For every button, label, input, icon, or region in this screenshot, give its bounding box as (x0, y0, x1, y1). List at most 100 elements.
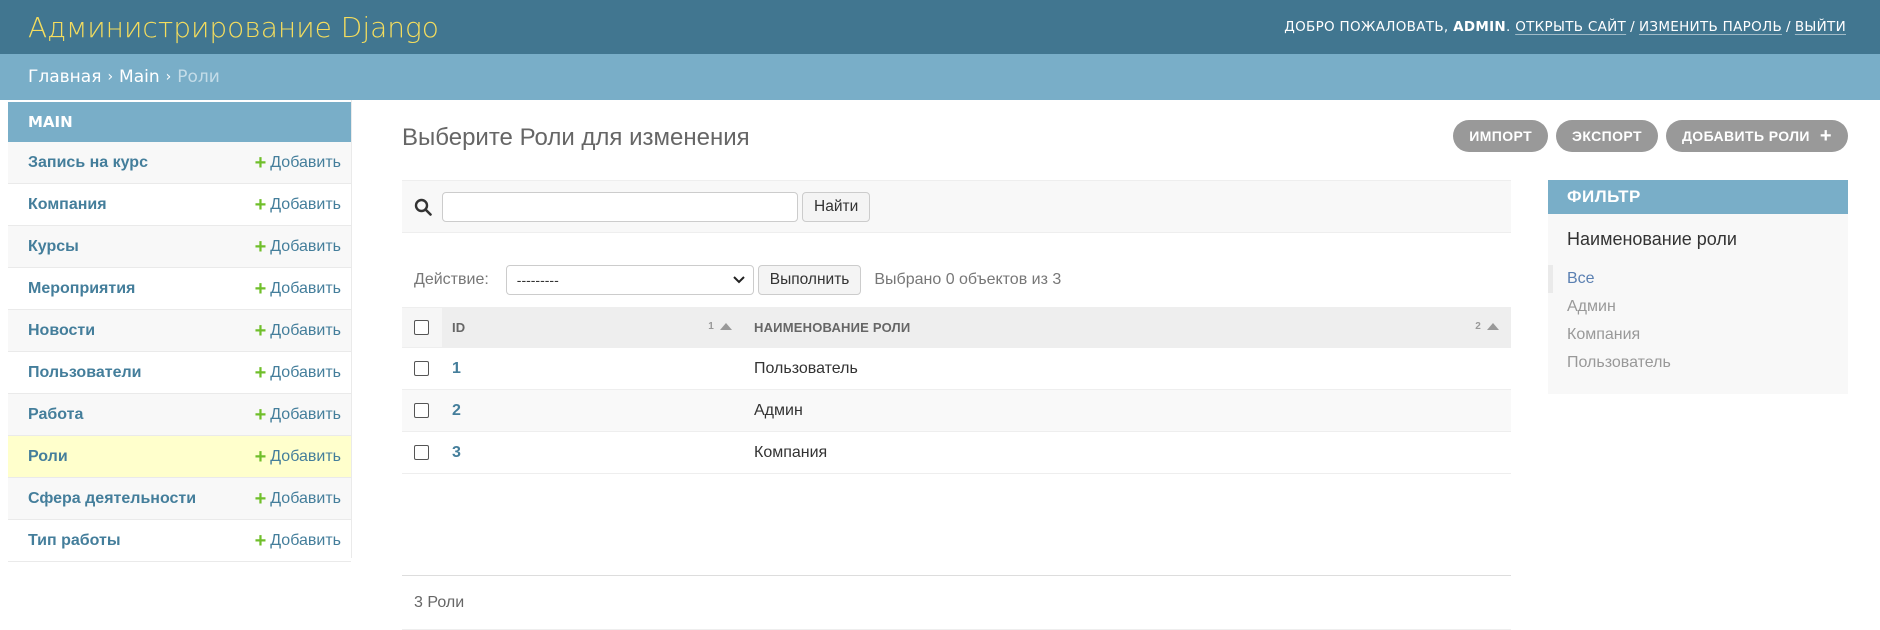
filter-title: ФИЛЬТР (1548, 180, 1848, 214)
row-select-checkbox[interactable] (414, 403, 429, 418)
sidebar-item-label[interactable]: Запись на курс (28, 154, 148, 172)
sort-indicator[interactable]: 2 (1475, 321, 1499, 332)
sort-indicator[interactable]: 1 (708, 321, 732, 332)
search-button[interactable]: Найти (802, 191, 871, 222)
search-input[interactable] (442, 191, 798, 222)
sidebar-add-link[interactable]: + Добавить (255, 363, 341, 383)
export-button[interactable]: ЭКСПОРТ (1556, 120, 1658, 152)
row-id-link[interactable]: 2 (452, 402, 461, 419)
sidebar-item-label[interactable]: Курсы (28, 238, 79, 256)
search-toolbar: Найти (402, 180, 1511, 233)
change-password-link[interactable]: ИЗМЕНИТЬ ПАРОЛЬ (1639, 19, 1782, 35)
add-role-button[interactable]: ДОБАВИТЬ РОЛИ + (1665, 120, 1848, 152)
row-role-name: Админ (754, 401, 803, 419)
paginator: 3 Роли (402, 575, 1511, 630)
sidebar-add-label: Добавить (270, 447, 341, 465)
sidebar-item: Мероприятия + Добавить (8, 268, 351, 310)
row-id-cell: 1 (442, 348, 744, 390)
sidebar-add-label: Добавить (270, 237, 341, 255)
row-select-checkbox[interactable] (414, 361, 429, 376)
sidebar-item-label[interactable]: Тип работы (28, 532, 121, 550)
sidebar-item: Пользователи + Добавить (8, 352, 351, 394)
user-tools: ДОБРО ПОЖАЛОВАТЬ, ADMIN. ОТКРЫТЬ САЙТ / ИЗ… (1284, 19, 1846, 35)
action-select-value: --------- (516, 272, 559, 288)
sort-ascending-icon[interactable] (1487, 323, 1499, 330)
sidebar-add-link[interactable]: + Добавить (255, 405, 341, 425)
plus-icon: + (254, 277, 267, 300)
sidebar-add-label: Добавить (270, 405, 341, 423)
sidebar-item: Курсы + Добавить (8, 226, 351, 268)
sidebar-add-link[interactable]: + Добавить (255, 195, 341, 215)
plus-icon: + (254, 445, 267, 468)
row-id-link[interactable]: 1 (452, 360, 461, 377)
sidebar-item-label[interactable]: Компания (28, 196, 107, 214)
sidebar-add-label: Добавить (270, 531, 341, 549)
sort-ascending-icon[interactable] (720, 323, 732, 330)
filter-option-link[interactable]: Админ (1567, 298, 1616, 316)
filter-option-link[interactable]: Все (1567, 270, 1595, 288)
sidebar-item-label[interactable]: Работа (28, 406, 83, 424)
plus-icon: + (254, 151, 267, 174)
page-title: Выберите Роли для изменения (402, 124, 750, 151)
breadcrumb-separator: › (165, 69, 172, 85)
action-select[interactable]: --------- (505, 265, 754, 295)
logout-link[interactable]: ВЫЙТИ (1795, 19, 1846, 35)
sidebar-model-list: Запись на курс + Добавить Компания + Добавить… (8, 142, 351, 562)
plus-icon: + (254, 487, 267, 510)
sidebar-item-label[interactable]: Мероприятия (28, 280, 135, 298)
table-header-row: ID 1 НАИМЕНОВАНИЕ РОЛИ 2 (402, 307, 1511, 348)
filter-option-link[interactable]: Пользователь (1567, 354, 1671, 372)
column-header-role-name[interactable]: НАИМЕНОВАНИЕ РОЛИ 2 (744, 307, 1511, 348)
sidebar-item-label[interactable]: Роли (28, 448, 68, 466)
sidebar-add-link[interactable]: + Добавить (255, 237, 341, 257)
table-row: 1 Пользователь (402, 348, 1511, 390)
plus-icon: + (254, 529, 267, 552)
sidebar-item: Роли + Добавить (8, 436, 351, 478)
row-id-link[interactable]: 3 (452, 444, 461, 461)
sort-priority: 1 (708, 321, 714, 332)
filter-panel: ФИЛЬТР Наименование роли Все Админ Компани… (1548, 180, 1848, 394)
row-id-cell: 2 (442, 390, 744, 432)
plus-icon: + (254, 193, 267, 216)
sidebar-add-label: Добавить (270, 363, 341, 381)
row-select-cell (402, 390, 442, 432)
sidebar-add-link[interactable]: + Добавить (255, 447, 341, 467)
row-select-cell (402, 432, 442, 474)
filter-option-link[interactable]: Компания (1567, 326, 1640, 344)
row-select-checkbox[interactable] (414, 445, 429, 460)
select-all-checkbox[interactable] (414, 320, 429, 335)
breadcrumb-current: Роли (177, 67, 220, 87)
sidebar-add-link[interactable]: + Добавить (255, 321, 341, 341)
plus-icon: + (254, 361, 267, 384)
filter-option: Компания (1548, 321, 1848, 349)
sidebar-add-link[interactable]: + Добавить (255, 489, 341, 509)
sidebar-add-link[interactable]: + Добавить (255, 279, 341, 299)
site-title[interactable]: Администрирование Django (28, 11, 439, 44)
view-site-link[interactable]: ОТКРЫТЬ САЙТ (1515, 19, 1626, 35)
search-icon (414, 198, 432, 216)
sort-priority: 2 (1475, 321, 1481, 332)
table-row: 2 Админ (402, 389, 1511, 432)
sidebar-add-link[interactable]: + Добавить (255, 153, 341, 173)
select-all-cell (402, 307, 442, 348)
breadcrumb-app[interactable]: Main (119, 67, 160, 87)
sidebar-add-label: Добавить (270, 279, 341, 297)
column-header-id[interactable]: ID 1 (442, 307, 744, 348)
row-role-name: Компания (754, 443, 828, 461)
plus-icon: + (254, 319, 267, 342)
execute-action-button[interactable]: Выполнить (757, 265, 862, 295)
plus-icon: + (254, 403, 267, 426)
breadcrumb-home[interactable]: Главная (28, 67, 101, 87)
sidebar-add-label: Добавить (270, 489, 341, 507)
filter-option: Админ (1548, 293, 1848, 321)
sidebar-item-label[interactable]: Сфера деятельности (28, 490, 196, 508)
filter-option: Пользователь (1548, 349, 1848, 377)
sidebar-item-label[interactable]: Пользователи (28, 364, 141, 382)
object-tools: ИМПОРТ ЭКСПОРТ ДОБАВИТЬ РОЛИ + (1453, 120, 1848, 152)
actions-bar: Действие: --------- Выполнить Выбрано 0 … (402, 265, 1511, 295)
sidebar-app-caption[interactable]: MAIN (8, 102, 351, 142)
welcome-text: ДОБРО ПОЖАЛОВАТЬ, (1284, 19, 1449, 35)
sidebar-add-link[interactable]: + Добавить (255, 531, 341, 551)
import-button[interactable]: ИМПОРТ (1453, 120, 1549, 152)
sidebar-item-label[interactable]: Новости (28, 322, 95, 340)
